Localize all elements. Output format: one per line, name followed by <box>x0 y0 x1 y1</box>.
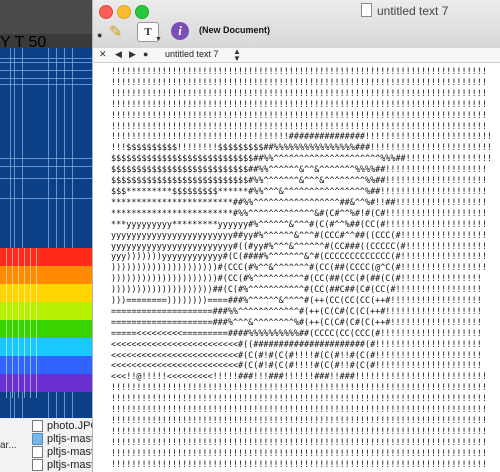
back-icon[interactable]: ◀ <box>115 49 122 60</box>
guide-line <box>6 248 7 398</box>
tab-title[interactable]: untitled text 7 <box>165 49 219 59</box>
guide-line <box>0 166 92 167</box>
title-bar[interactable]: untitled text 7 ● ✎ T ▼ i (New Document) <box>93 0 500 49</box>
guide-line <box>0 158 92 159</box>
rainbow-stripe <box>0 302 92 320</box>
document-text[interactable]: !!!!!!!!!!!!!!!!!!!!!!!!!!!!!!!!!!!!!!!!… <box>111 66 492 470</box>
guide-line <box>12 248 13 398</box>
guide-line <box>0 58 92 59</box>
rainbow-stripe <box>0 266 92 284</box>
file-row[interactable]: pltjs-mast <box>32 446 92 459</box>
side-label: ar... <box>0 440 17 451</box>
toolbar-dot: ● <box>97 30 103 40</box>
rainbow-stripe <box>0 320 92 338</box>
file-icon <box>32 420 43 433</box>
folder-icon <box>32 433 43 446</box>
guide-line <box>0 198 92 199</box>
info-icon[interactable]: i <box>171 22 189 40</box>
guide-line <box>0 78 92 79</box>
file-row[interactable]: pltjs-mast <box>32 433 92 446</box>
background-toolbar <box>0 0 92 34</box>
rainbow-stripe <box>0 374 92 392</box>
background-ruler: Y T 50 <box>0 34 92 51</box>
pencil-icon[interactable]: ✎ <box>109 22 127 41</box>
textedit-window: untitled text 7 ● ✎ T ▼ i (New Document)… <box>92 0 500 472</box>
guide-line <box>36 248 37 398</box>
guide-line <box>24 248 25 398</box>
file-icon <box>32 459 43 472</box>
close-tab-icon[interactable]: ✕ <box>99 49 107 60</box>
background-file-list: photo.JPG pltjs-mast pltjs-mast pltjs-ma… <box>0 418 92 472</box>
close-window-button[interactable] <box>99 5 113 19</box>
document-tab-bar: ✕ ◀ ▶ ● untitled text 7 ▲ ▼ <box>93 48 500 63</box>
guide-line <box>30 248 31 398</box>
minimize-window-button[interactable] <box>117 5 131 19</box>
new-document-label: (New Document) <box>199 25 271 35</box>
guide-line <box>0 62 92 63</box>
guide-line <box>0 84 92 85</box>
guide-line <box>0 178 92 179</box>
rainbow-stripe <box>0 338 92 356</box>
document-content[interactable]: !!!!!!!!!!!!!!!!!!!!!!!!!!!!!!!!!!!!!!!!… <box>93 63 500 472</box>
document-icon <box>361 3 372 17</box>
background-canvas[interactable] <box>0 48 92 418</box>
file-row[interactable]: pltjs-mast <box>32 459 92 472</box>
chevron-down-icon[interactable]: ▼ <box>155 36 162 43</box>
tab-stepper-icon[interactable]: ▲ ▼ <box>233 48 241 63</box>
window-title: untitled text 7 <box>377 4 449 18</box>
zoom-window-button[interactable] <box>135 5 149 19</box>
bullet-icon: ● <box>143 49 149 59</box>
forward-icon[interactable]: ▶ <box>129 49 136 60</box>
background-app-window: Y T 50 photo.JPG pltjs-mast pltjs-mast p… <box>0 0 92 472</box>
rainbow-stripe <box>0 248 92 266</box>
rainbow-stripe <box>0 356 92 374</box>
file-row[interactable]: photo.JPG <box>32 420 92 433</box>
file-icon <box>32 446 43 459</box>
guide-line <box>18 248 19 398</box>
guide-line <box>0 70 92 71</box>
rainbow-stripe <box>0 284 92 302</box>
